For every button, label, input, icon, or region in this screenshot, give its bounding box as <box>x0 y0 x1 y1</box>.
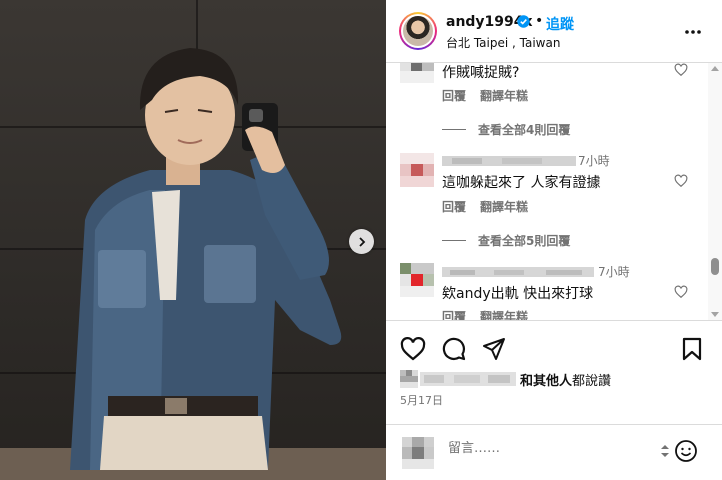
reply-button[interactable]: 回覆 <box>442 87 466 104</box>
commenter-avatar[interactable] <box>400 63 434 83</box>
scroll-up-arrow-icon[interactable] <box>711 66 719 71</box>
others-link[interactable]: 和其他人 <box>520 374 572 389</box>
likes-text: 和其他人都說讚 <box>520 370 611 389</box>
comment-input[interactable] <box>448 441 648 456</box>
commenter-avatar[interactable] <box>400 153 434 187</box>
person-selfie-illustration <box>0 48 386 480</box>
expand-sort-icon[interactable] <box>658 443 672 459</box>
heart-icon[interactable] <box>400 337 426 361</box>
post-date[interactable]: 5月17日 <box>400 392 443 408</box>
commenter-avatar[interactable] <box>400 263 434 297</box>
view-replies-button[interactable]: 查看全部5則回覆 <box>442 232 570 249</box>
chevron-right-icon <box>358 236 365 247</box>
comment-time[interactable]: 7小時 <box>598 263 630 280</box>
reply-button[interactable]: 回覆 <box>442 198 466 215</box>
post-side-panel: andy1994x • 追蹤 台北 Taipei , Taiwan 作賊喊捉賊? <box>386 0 722 480</box>
comment-text: 欸andy出軌 快出來打球 <box>442 286 594 302</box>
likes-suffix: 都說讚 <box>572 373 612 389</box>
more-horizontal-icon[interactable] <box>683 22 703 42</box>
reply-button[interactable]: 回覆 <box>442 308 466 320</box>
blurred-liker-name <box>420 372 516 386</box>
bookmark-icon[interactable] <box>682 337 702 361</box>
comment-text: 這咖躲起來了 人家有證據 <box>442 175 601 191</box>
follow-button[interactable]: 追蹤 <box>546 14 574 34</box>
header-separator: • <box>535 13 544 29</box>
view-replies-button[interactable]: 查看全部4則回覆 <box>442 121 570 138</box>
current-user-avatar <box>402 437 434 469</box>
comment-text: 作賊喊捉賊? <box>442 65 520 81</box>
comment-time[interactable]: 7小時 <box>578 152 610 169</box>
author-avatar[interactable] <box>399 12 437 50</box>
blurred-username <box>442 267 594 277</box>
comments-scrollbar[interactable] <box>708 63 722 320</box>
view-replies-label: 查看全部5則回覆 <box>478 234 571 248</box>
translate-button[interactable]: 翻譯年糕 <box>480 308 528 320</box>
liker-avatar[interactable] <box>400 370 418 388</box>
heart-icon[interactable] <box>674 63 688 77</box>
verified-badge-icon <box>517 15 530 28</box>
post-photo[interactable] <box>0 0 386 480</box>
view-replies-label: 查看全部4則回覆 <box>478 123 571 137</box>
post-header: andy1994x • 追蹤 台北 Taipei , Taiwan <box>386 0 722 63</box>
scroll-thumb[interactable] <box>711 258 719 275</box>
blurred-username <box>442 156 576 166</box>
share-paper-plane-icon[interactable] <box>482 337 506 361</box>
heart-icon[interactable] <box>674 174 688 188</box>
post-location[interactable]: 台北 Taipei , Taiwan <box>446 34 560 51</box>
translate-button[interactable]: 翻譯年糕 <box>480 87 528 104</box>
scroll-down-arrow-icon[interactable] <box>711 312 719 317</box>
add-comment-bar <box>386 424 722 480</box>
heart-icon[interactable] <box>674 285 688 299</box>
comment-bubble-icon[interactable] <box>442 337 466 361</box>
comments-list: 作賊喊捉賊? 回覆 翻譯年糕 查看全部4則回覆 7小時 這咖躲起來了 人家有證據… <box>386 63 722 320</box>
next-photo-button[interactable] <box>349 229 374 254</box>
emoji-smile-icon[interactable] <box>674 439 698 463</box>
likes-summary[interactable]: 和其他人都說讚 <box>400 369 611 389</box>
translate-button[interactable]: 翻譯年糕 <box>480 198 528 215</box>
